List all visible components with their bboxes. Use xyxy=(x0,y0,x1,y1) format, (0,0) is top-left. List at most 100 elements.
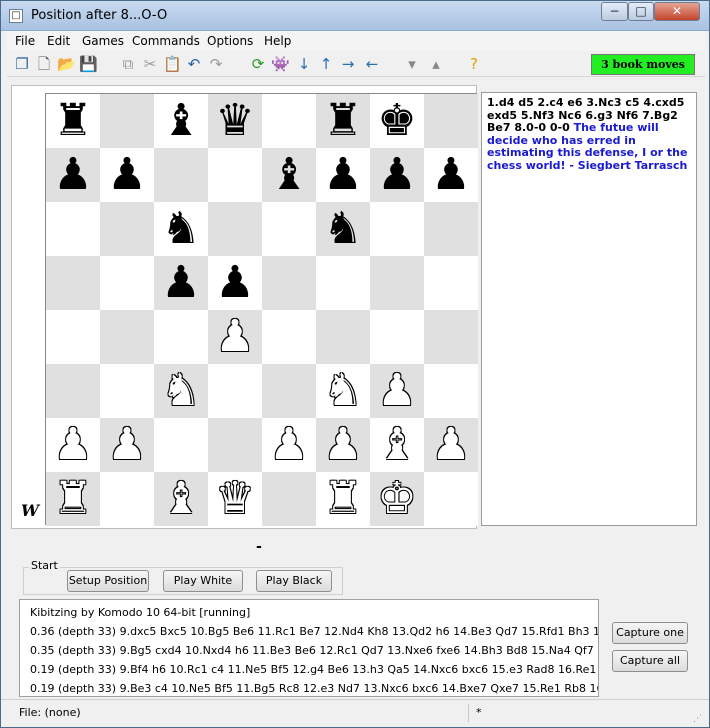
black-pawn-piece[interactable]: ♟ xyxy=(377,149,416,200)
square-f4[interactable] xyxy=(316,310,370,364)
black-bishop-piece[interactable]: ♝ xyxy=(161,95,200,146)
square-e5[interactable] xyxy=(262,256,316,310)
square-h1[interactable] xyxy=(424,472,478,526)
square-b8[interactable] xyxy=(100,94,154,148)
square-d1[interactable]: ♛ xyxy=(208,472,262,526)
undo-icon[interactable]: ↶ xyxy=(185,55,203,73)
copy-icon[interactable]: ❐ xyxy=(13,55,31,73)
white-knight-piece[interactable]: ♞ xyxy=(161,365,200,416)
minimize-button[interactable]: − xyxy=(601,2,628,21)
redo-icon[interactable]: ↷ xyxy=(207,55,225,73)
white-rook-piece[interactable]: ♜ xyxy=(53,473,92,524)
black-pawn-piece[interactable]: ♟ xyxy=(53,149,92,200)
square-h4[interactable] xyxy=(424,310,478,364)
kibitz-line[interactable]: 0.36 (depth 33) 9.dxc5 Bxc5 10.Bg5 Be6 1… xyxy=(30,622,598,641)
black-queen-piece[interactable]: ♛ xyxy=(215,95,254,146)
square-e8[interactable] xyxy=(262,94,316,148)
open-icon[interactable]: 📂 xyxy=(57,55,76,73)
square-g2[interactable]: ♝ xyxy=(370,418,424,472)
square-d6[interactable] xyxy=(208,202,262,256)
arrow-left-icon[interactable]: ← xyxy=(363,55,381,73)
chess-board[interactable]: ♜ ♝ ♛ ♜ ♚ ♟ ♟ ♝ ♟ ♟ ♟ ♞ ♞ ♟ ♟ ♟ ♞ ♞ ♟ ♟ ♟ ♟ ♟ ♝ ♟ ♜ ♝ ♛ ♜ ♚ xyxy=(45,93,478,526)
square-e4[interactable] xyxy=(262,310,316,364)
white-pawn-piece[interactable]: ♟ xyxy=(431,419,470,470)
black-rook-piece[interactable]: ♜ xyxy=(323,95,362,146)
square-a4[interactable] xyxy=(46,310,100,364)
square-g7[interactable]: ♟ xyxy=(370,148,424,202)
play-white-button[interactable]: Play White xyxy=(163,570,243,592)
white-bishop-piece[interactable]: ♝ xyxy=(161,473,200,524)
square-g6[interactable] xyxy=(370,202,424,256)
square-g1[interactable]: ♚ xyxy=(370,472,424,526)
square-g4[interactable] xyxy=(370,310,424,364)
white-pawn-piece[interactable]: ♟ xyxy=(53,419,92,470)
square-b1[interactable] xyxy=(100,472,154,526)
square-f1[interactable]: ♜ xyxy=(316,472,370,526)
square-f3[interactable]: ♞ xyxy=(316,364,370,418)
square-e1[interactable] xyxy=(262,472,316,526)
setup-position-button[interactable]: Setup Position xyxy=(67,570,149,592)
menu-help[interactable]: Help xyxy=(264,34,291,48)
black-pawn-piece[interactable]: ♟ xyxy=(431,149,470,200)
square-a5[interactable] xyxy=(46,256,100,310)
square-f8[interactable]: ♜ xyxy=(316,94,370,148)
square-a7[interactable]: ♟ xyxy=(46,148,100,202)
square-e7[interactable]: ♝ xyxy=(262,148,316,202)
square-b3[interactable] xyxy=(100,364,154,418)
square-g3[interactable]: ♟ xyxy=(370,364,424,418)
resize-grip-icon[interactable]: ⋰ xyxy=(693,714,702,724)
square-c7[interactable] xyxy=(154,148,208,202)
cut-icon[interactable]: ✂ xyxy=(141,55,159,73)
square-a6[interactable] xyxy=(46,202,100,256)
engine-icon[interactable]: 👾 xyxy=(271,55,290,73)
square-c5[interactable]: ♟ xyxy=(154,256,208,310)
menu-file[interactable]: File xyxy=(15,34,35,48)
square-h5[interactable] xyxy=(424,256,478,310)
square-e6[interactable] xyxy=(262,202,316,256)
square-a1[interactable]: ♜ xyxy=(46,472,100,526)
square-d7[interactable] xyxy=(208,148,262,202)
square-c3[interactable]: ♞ xyxy=(154,364,208,418)
square-d2[interactable] xyxy=(208,418,262,472)
square-d5[interactable]: ♟ xyxy=(208,256,262,310)
square-c8[interactable]: ♝ xyxy=(154,94,208,148)
black-bishop-piece[interactable]: ♝ xyxy=(269,149,308,200)
black-knight-piece[interactable]: ♞ xyxy=(161,203,200,254)
black-pawn-piece[interactable]: ♟ xyxy=(107,149,146,200)
square-h7[interactable]: ♟ xyxy=(424,148,478,202)
capture-one-button[interactable]: Capture one xyxy=(612,622,688,644)
menu-options[interactable]: Options xyxy=(207,34,253,48)
square-g8[interactable]: ♚ xyxy=(370,94,424,148)
square-c1[interactable]: ♝ xyxy=(154,472,208,526)
white-pawn-piece[interactable]: ♟ xyxy=(269,419,308,470)
kibitz-panel[interactable]: Kibitzing by Komodo 10 64-bit [running] … xyxy=(19,599,599,697)
square-g5[interactable] xyxy=(370,256,424,310)
capture-all-button[interactable]: Capture all xyxy=(612,650,688,672)
close-button[interactable]: ✕ xyxy=(654,2,700,21)
maximize-button[interactable]: □ xyxy=(628,2,654,21)
square-h3[interactable] xyxy=(424,364,478,418)
scroll-down-icon[interactable]: ▾ xyxy=(403,55,421,73)
black-pawn-piece[interactable]: ♟ xyxy=(161,257,200,308)
square-e3[interactable] xyxy=(262,364,316,418)
square-d8[interactable]: ♛ xyxy=(208,94,262,148)
menu-edit[interactable]: Edit xyxy=(47,34,70,48)
square-d3[interactable] xyxy=(208,364,262,418)
save-icon[interactable]: 💾 xyxy=(79,55,98,73)
kibitz-line[interactable]: 0.35 (depth 33) 9.Bg5 cxd4 10.Nxd4 h6 11… xyxy=(30,641,598,660)
black-knight-piece[interactable]: ♞ xyxy=(323,203,362,254)
arrow-right-icon[interactable]: → xyxy=(339,55,357,73)
square-e2[interactable]: ♟ xyxy=(262,418,316,472)
help-icon[interactable]: ? xyxy=(465,55,483,73)
black-king-piece[interactable]: ♚ xyxy=(377,95,416,146)
new-icon[interactable]: 🗋 xyxy=(35,55,53,73)
square-b7[interactable]: ♟ xyxy=(100,148,154,202)
menu-commands[interactable]: Commands xyxy=(132,34,200,48)
white-rook-piece[interactable]: ♜ xyxy=(323,473,362,524)
square-a8[interactable]: ♜ xyxy=(46,94,100,148)
square-b4[interactable] xyxy=(100,310,154,364)
white-king-piece[interactable]: ♚ xyxy=(377,473,416,524)
white-bishop-piece[interactable]: ♝ xyxy=(377,419,416,470)
copy2-icon[interactable]: ⧉ xyxy=(119,55,137,73)
square-a3[interactable] xyxy=(46,364,100,418)
